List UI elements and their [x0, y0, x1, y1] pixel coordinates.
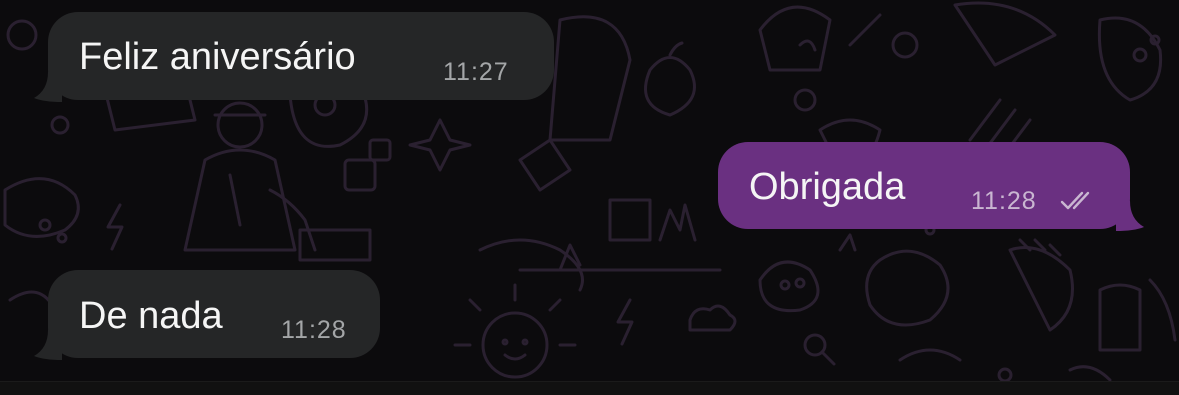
bubble-tail [34, 72, 62, 102]
composer-bar-edge [0, 381, 1179, 395]
message-bubble-incoming[interactable]: De nada 11:28 [34, 270, 380, 360]
chat-thread: Feliz aniversário 11:27 Obrigada 11:28 D… [0, 0, 1179, 395]
message-text: De nada [79, 295, 223, 337]
message-timestamp: 11:28 [281, 316, 347, 344]
message-text: Feliz aniversário [79, 36, 356, 78]
message-bubble-incoming[interactable]: Feliz aniversário 11:27 [34, 12, 554, 102]
double-check-icon [1060, 191, 1090, 210]
message-timestamp: 11:27 [443, 58, 509, 86]
bubble-tail [1116, 201, 1144, 231]
bubble-tail [34, 330, 62, 360]
message-timestamp: 11:28 [971, 187, 1037, 215]
message-bubble-outgoing[interactable]: Obrigada 11:28 [718, 142, 1144, 231]
message-text: Obrigada [749, 166, 906, 208]
